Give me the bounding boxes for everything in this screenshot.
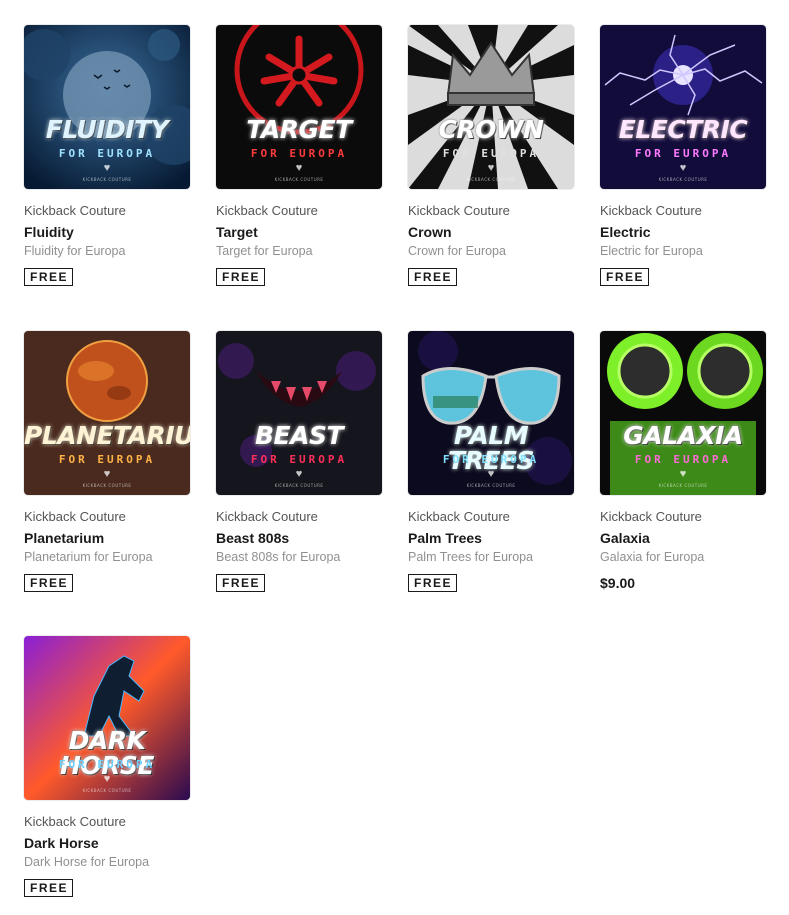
product-name[interactable]: Planetarium: [24, 529, 190, 547]
product-description: Dark Horse for Europa: [24, 855, 150, 869]
artwork-title: Crown: [438, 115, 544, 144]
artwork-title: Planetarium: [24, 421, 190, 450]
product-artist[interactable]: Kickback Couture: [216, 509, 382, 525]
product-name[interactable]: Beast 808s: [216, 529, 382, 547]
free-badge: FREE: [408, 574, 458, 592]
product-card[interactable]: Target For Europa ♥ KICKBACK COUTURE Kickbac…: [216, 25, 382, 286]
product-artist[interactable]: Kickback Couture: [408, 509, 574, 525]
product-card[interactable]: Fluidity For Europa ♥ KICKBACK COUTURE Kickb…: [24, 25, 190, 286]
free-badge: FREE: [24, 574, 74, 592]
artwork-subtitle: For Europa: [58, 758, 156, 771]
artwork-brand: KICKBACK COUTURE: [658, 177, 708, 182]
product-description: Planetarium for Europa: [24, 550, 153, 564]
product-artist[interactable]: Kickback Couture: [24, 814, 190, 830]
artwork-title: Galaxia: [623, 421, 743, 450]
price-label: $9.00: [600, 575, 636, 591]
product-name[interactable]: Palm Trees: [408, 529, 574, 547]
price-row: FREE: [216, 259, 382, 286]
product-artist[interactable]: Kickback Couture: [408, 203, 574, 219]
free-badge: FREE: [24, 268, 74, 286]
heart-logo-icon: ♥: [295, 162, 303, 174]
artwork-title: Fluidity: [45, 115, 169, 144]
heart-logo-icon: ♥: [487, 162, 495, 174]
heart-logo-icon: ♥: [679, 468, 687, 480]
product-description: Fluidity for Europa: [24, 244, 126, 258]
artwork-subtitle: For Europa: [250, 147, 348, 160]
product-name[interactable]: Crown: [408, 223, 574, 241]
product-artwork[interactable]: Palm Trees For Europa ♥ KICKBACK COUTURE: [408, 331, 574, 495]
product-artist[interactable]: Kickback Couture: [216, 203, 382, 219]
product-card[interactable]: Beast For Europa ♥ KICKBACK COUTURE Kickback…: [216, 331, 382, 592]
artwork-title: Target: [246, 115, 352, 144]
heart-logo-icon: ♥: [487, 468, 495, 480]
product-artwork[interactable]: Beast For Europa ♥ KICKBACK COUTURE: [216, 331, 382, 495]
artwork-brand: KICKBACK COUTURE: [658, 483, 708, 488]
product-artist[interactable]: Kickback Couture: [600, 509, 766, 525]
free-badge: FREE: [24, 879, 74, 897]
artwork-subtitle: For Europa: [250, 453, 348, 466]
artwork-brand: KICKBACK COUTURE: [82, 177, 132, 182]
artwork-subtitle: For Europa: [58, 453, 156, 466]
product-description: Target for Europa: [216, 244, 313, 258]
artwork-brand: KICKBACK COUTURE: [82, 788, 132, 793]
product-artwork[interactable]: Galaxia For Europa ♥ KICKBACK COUTURE: [600, 331, 766, 495]
artwork-subtitle: For Europa: [442, 147, 540, 160]
heart-logo-icon: ♥: [103, 162, 111, 174]
price-row: FREE: [24, 565, 190, 592]
price-row: FREE: [408, 259, 574, 286]
product-card[interactable]: Palm Trees For Europa ♥ KICKBACK COUTURE Kic…: [408, 331, 574, 592]
product-artwork[interactable]: Crown For Europa ♥ KICKBACK COUTURE: [408, 25, 574, 189]
product-artist[interactable]: Kickback Couture: [24, 203, 190, 219]
artwork-subtitle: For Europa: [634, 453, 732, 466]
heart-logo-icon: ♥: [103, 468, 111, 480]
heart-logo-icon: ♥: [679, 162, 687, 174]
price-row: FREE: [408, 565, 574, 592]
product-description: Palm Trees for Europa: [408, 550, 534, 564]
artwork-brand: KICKBACK COUTURE: [82, 483, 132, 488]
product-artwork[interactable]: Dark Horse For Europa ♥ KICKBACK COUTURE: [24, 636, 190, 800]
artwork-subtitle: For Europa: [442, 453, 540, 466]
price-row: FREE: [24, 870, 190, 897]
artwork-brand: KICKBACK COUTURE: [274, 177, 324, 182]
artwork-subtitle: For Europa: [634, 147, 732, 160]
price-row: FREE: [24, 259, 190, 286]
product-card[interactable]: Galaxia For Europa ♥ KICKBACK COUTURE Kickba…: [600, 331, 766, 592]
product-description: Electric for Europa: [600, 244, 703, 258]
artwork-brand: KICKBACK COUTURE: [466, 177, 516, 182]
product-artwork[interactable]: Planetarium For Europa ♥ KICKBACK COUTURE: [24, 331, 190, 495]
price-row: FREE: [600, 259, 766, 286]
artwork-title: Electric: [618, 115, 748, 144]
artwork-title: Beast: [254, 421, 344, 450]
price-row: $9.00: [600, 575, 766, 592]
product-description: Galaxia for Europa: [600, 550, 705, 564]
product-artwork[interactable]: Electric For Europa ♥ KICKBACK COUTURE: [600, 25, 766, 189]
product-name[interactable]: Fluidity: [24, 223, 190, 241]
artwork-brand: KICKBACK COUTURE: [274, 483, 324, 488]
free-badge: FREE: [216, 268, 266, 286]
product-card[interactable]: Planetarium For Europa ♥ KICKBACK COUTURE Ki…: [24, 331, 190, 592]
heart-logo-icon: ♥: [295, 468, 303, 480]
product-artwork[interactable]: Target For Europa ♥ KICKBACK COUTURE: [216, 25, 382, 189]
heart-logo-icon: ♥: [103, 773, 111, 785]
free-badge: FREE: [600, 268, 650, 286]
product-card[interactable]: Electric For Europa ♥ KICKBACK COUTURE Kickb…: [600, 25, 766, 286]
price-row: FREE: [216, 565, 382, 592]
product-name[interactable]: Electric: [600, 223, 766, 241]
product-description: Beast 808s for Europa: [216, 550, 341, 564]
product-artwork[interactable]: Fluidity For Europa ♥ KICKBACK COUTURE: [24, 25, 190, 189]
product-artist[interactable]: Kickback Couture: [24, 509, 190, 525]
product-description: Crown for Europa: [408, 244, 506, 258]
product-artist[interactable]: Kickback Couture: [600, 203, 766, 219]
product-name[interactable]: Galaxia: [600, 529, 766, 547]
product-card[interactable]: Dark Horse For Europa ♥ KICKBACK COUTURE Kic…: [24, 636, 190, 897]
product-name[interactable]: Dark Horse: [24, 834, 190, 852]
product-name[interactable]: Target: [216, 223, 382, 241]
product-card[interactable]: Crown For Europa ♥ KICKBACK COUTURE Kickback…: [408, 25, 574, 286]
free-badge: FREE: [408, 268, 458, 286]
free-badge: FREE: [216, 574, 266, 592]
artwork-subtitle: For Europa: [58, 147, 156, 160]
artwork-brand: KICKBACK COUTURE: [466, 483, 516, 488]
